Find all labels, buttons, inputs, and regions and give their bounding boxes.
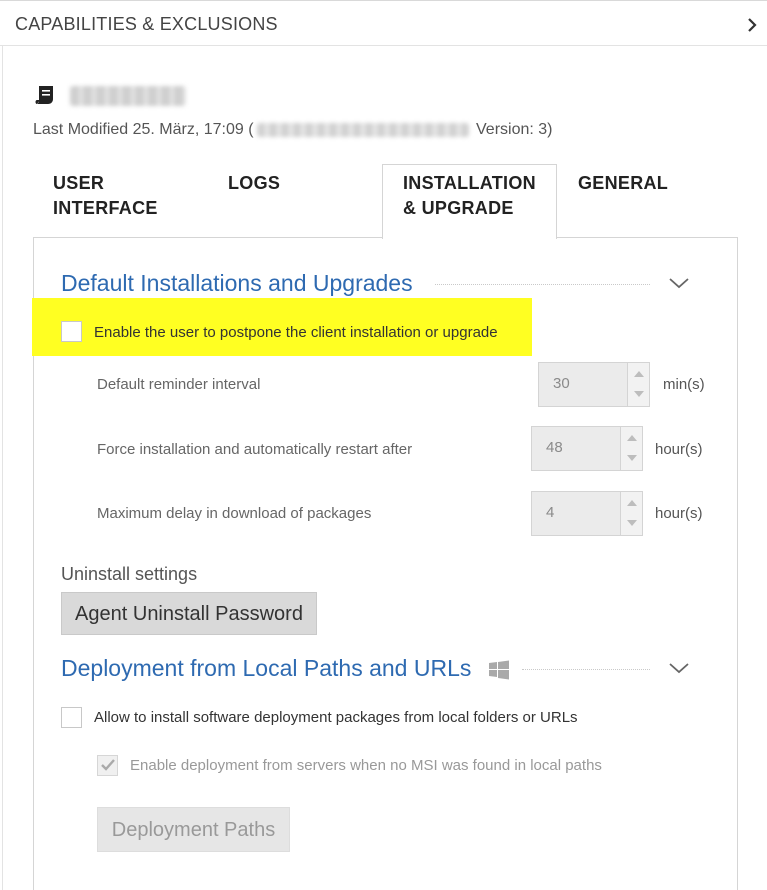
tab-user-interface[interactable]: USER INTERFACE xyxy=(53,171,158,221)
servers-fallback-checkbox[interactable] xyxy=(97,755,118,776)
section-divider xyxy=(522,669,650,670)
section-divider xyxy=(435,284,650,285)
checkmark-icon xyxy=(101,759,115,771)
modified-by-redacted xyxy=(256,122,469,137)
allow-local-install-checkbox[interactable] xyxy=(61,707,82,728)
reminder-interval-value: 30 xyxy=(553,375,570,392)
servers-fallback-label: Enable deployment from servers when no M… xyxy=(130,757,602,774)
last-modified-info: Last Modified 25. März, 17:09 ( Version:… xyxy=(33,121,553,139)
force-restart-unit: hour(s) xyxy=(655,441,703,458)
postpone-checkbox[interactable] xyxy=(61,321,82,342)
force-restart-value: 48 xyxy=(546,439,563,456)
tab-installation-line2: & UPGRADE xyxy=(403,198,514,218)
chevron-down-icon[interactable] xyxy=(668,661,690,675)
arrow-down-icon[interactable] xyxy=(627,520,637,526)
section-title-deployment: Deployment from Local Paths and URLs xyxy=(61,655,472,681)
allow-local-install-label: Allow to install software deployment pac… xyxy=(94,709,578,726)
deployment-paths-button[interactable]: Deployment Paths xyxy=(97,807,290,852)
tab-general[interactable]: GENERAL xyxy=(578,171,668,196)
tab-user-interface-line2: INTERFACE xyxy=(53,198,158,218)
policy-document-icon xyxy=(35,86,53,104)
chevron-down-icon[interactable] xyxy=(668,276,690,290)
tab-general-label: GENERAL xyxy=(578,173,669,193)
arrow-up-icon[interactable] xyxy=(634,371,644,377)
reminder-interval-label: Default reminder interval xyxy=(97,376,261,393)
max-delay-stepper[interactable]: 4 xyxy=(531,491,643,536)
reminder-interval-stepper[interactable]: 30 xyxy=(538,362,650,407)
policy-name-redacted xyxy=(70,86,186,106)
arrow-down-icon[interactable] xyxy=(634,391,644,397)
tab-installation-line1: INSTALLATION xyxy=(403,173,536,193)
stepper-arrows[interactable] xyxy=(627,363,649,406)
last-modified-prefix: Last Modified 25. März, 17:09 ( xyxy=(33,121,254,138)
tab-installation-upgrade[interactable]: INSTALLATION & UPGRADE xyxy=(403,171,536,221)
arrow-down-icon[interactable] xyxy=(627,455,637,461)
tab-logs[interactable]: LOGS xyxy=(228,171,280,196)
windows-icon xyxy=(489,660,509,680)
section-title-installations: Default Installations and Upgrades xyxy=(61,270,413,296)
tab-user-interface-line1: USER xyxy=(53,173,105,193)
last-modified-suffix: Version: 3) xyxy=(471,121,553,138)
arrow-up-icon[interactable] xyxy=(627,500,637,506)
section-header-title: CAPABILITIES & EXCLUSIONS xyxy=(15,14,278,34)
agent-uninstall-password-button[interactable]: Agent Uninstall Password xyxy=(61,592,317,635)
left-border xyxy=(2,46,3,890)
arrow-up-icon[interactable] xyxy=(627,435,637,441)
chevron-right-icon[interactable] xyxy=(747,17,757,33)
section-header[interactable]: CAPABILITIES & EXCLUSIONS xyxy=(0,0,767,46)
force-restart-stepper[interactable]: 48 xyxy=(531,426,643,471)
stepper-arrows[interactable] xyxy=(620,427,642,470)
tab-logs-label: LOGS xyxy=(228,173,281,193)
reminder-interval-unit: min(s) xyxy=(663,376,705,393)
max-delay-unit: hour(s) xyxy=(655,505,703,522)
max-delay-label: Maximum delay in download of packages xyxy=(97,505,372,522)
max-delay-value: 4 xyxy=(546,504,555,521)
postpone-label: Enable the user to postpone the client i… xyxy=(94,324,498,341)
force-restart-label: Force installation and automatically res… xyxy=(97,441,413,458)
uninstall-settings-heading: Uninstall settings xyxy=(61,564,198,584)
stepper-arrows[interactable] xyxy=(620,492,642,535)
